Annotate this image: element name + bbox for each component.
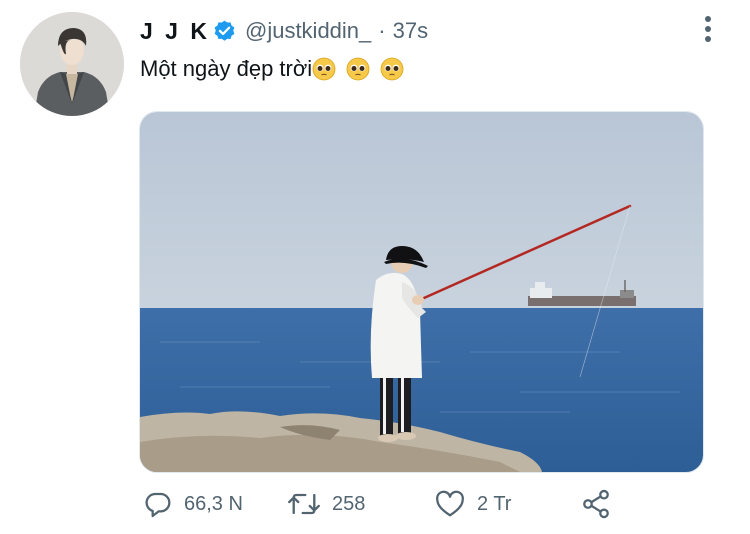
retweet-count: 258 (332, 492, 366, 515)
tweet-photo[interactable] (139, 111, 704, 473)
display-name[interactable]: J J K (140, 18, 210, 45)
reply-icon (142, 488, 174, 520)
tweet-text-content: Một ngày đẹp trời (140, 56, 313, 81)
like-button[interactable]: 2 Tr (433, 484, 511, 524)
retweet-icon (286, 488, 322, 520)
heart-icon (433, 488, 467, 520)
tweet-actions: 66,3 N 258 2 Tr (140, 484, 700, 524)
user-handle[interactable]: @justkiddin_ (245, 18, 371, 44)
tweet-text: Một ngày đẹp trời (140, 56, 404, 82)
reply-button[interactable]: 66,3 N (142, 484, 243, 524)
reply-count: 66,3 N (184, 492, 243, 515)
more-vertical-icon[interactable] (696, 14, 720, 44)
separator-dot: · (378, 18, 386, 43)
tweet-header: J J K @justkiddin_ · 37s (140, 16, 428, 46)
timestamp[interactable]: 37s (393, 18, 428, 44)
share-button[interactable] (580, 484, 612, 524)
pleading-face-emoji (312, 57, 336, 81)
pleading-face-emoji (346, 57, 370, 81)
retweet-button[interactable]: 258 (286, 484, 365, 524)
emoji-group (312, 57, 404, 81)
share-icon (580, 488, 612, 520)
like-count: 2 Tr (477, 492, 512, 515)
tweet[interactable]: J J K @justkiddin_ · 37s Một ngày đẹp tr… (0, 0, 750, 534)
pleading-face-emoji (380, 57, 404, 81)
avatar[interactable] (20, 12, 124, 116)
verified-badge-icon (212, 19, 237, 44)
